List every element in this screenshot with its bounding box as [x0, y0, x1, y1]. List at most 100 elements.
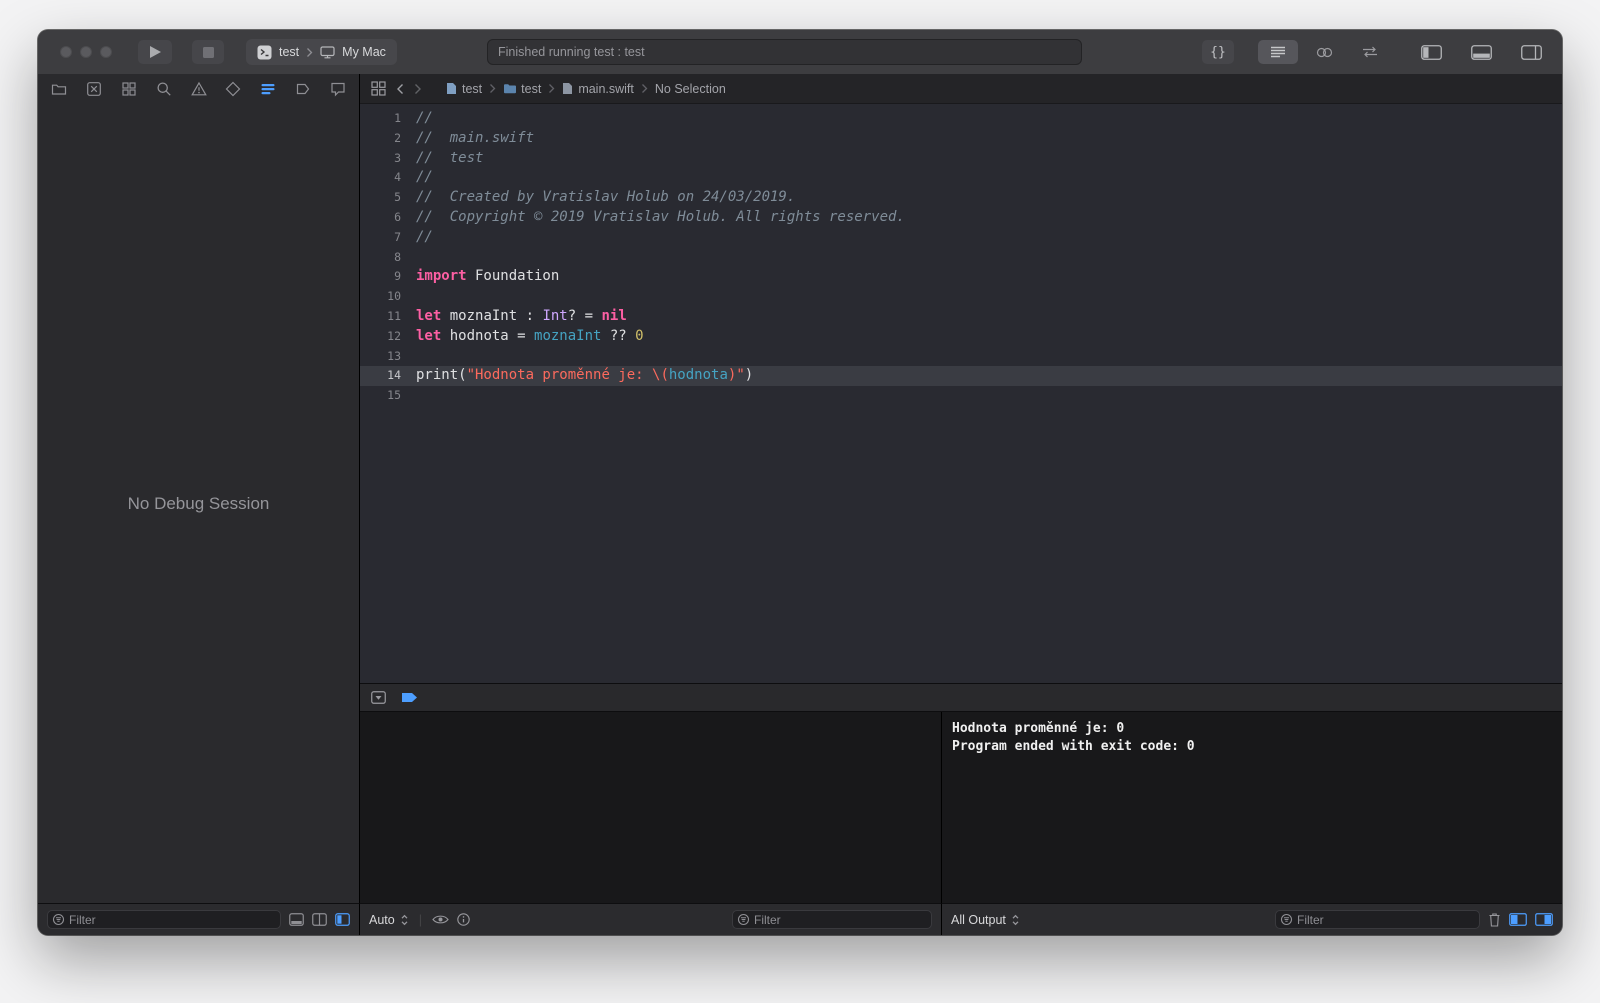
panel-toggles [1414, 40, 1548, 64]
breadcrumb: test test main.swift No Selection [446, 82, 726, 96]
window-controls [60, 46, 112, 58]
view-by-thread-button[interactable] [312, 913, 327, 926]
left-strip-icon [335, 913, 350, 926]
code-line[interactable]: 6// Copyright © 2019 Vratislav Holub. Al… [360, 208, 1562, 228]
test-navigator-button[interactable] [225, 81, 241, 97]
scheme-device-label: My Mac [342, 45, 386, 59]
line-number: 10 [360, 287, 413, 307]
version-editor-button[interactable] [1350, 40, 1390, 64]
chevron-separator-icon [548, 83, 555, 94]
debug-gauge-icon [260, 81, 276, 97]
console-line: Program ended with exit code: 0 [952, 738, 1552, 756]
debug-area-toggle-button[interactable] [1464, 40, 1498, 64]
issue-navigator-button[interactable] [191, 81, 207, 97]
code-line[interactable]: 10 [360, 287, 1562, 307]
collapse-chevron-icon [371, 691, 386, 704]
forward-button[interactable] [414, 83, 422, 95]
filter-running-button[interactable] [289, 913, 304, 926]
diamond-icon [225, 81, 241, 97]
chevron-right-icon [414, 83, 422, 95]
code-line[interactable]: 9import Foundation [360, 267, 1562, 287]
quicklook-button[interactable] [432, 914, 449, 925]
code-line[interactable]: 8 [360, 248, 1562, 268]
bottom-panel-icon [1471, 45, 1492, 60]
inspector-toggle-button[interactable] [1514, 40, 1548, 64]
console-filter-input[interactable] [1276, 911, 1479, 928]
assistant-editor-button[interactable] [1304, 40, 1344, 64]
line-number: 13 [360, 347, 413, 367]
breakpoint-navigator-button[interactable] [295, 81, 311, 97]
debug-area-toolbar [360, 683, 1562, 712]
debug-navigator-button[interactable] [260, 81, 276, 97]
speech-bubble-icon [330, 81, 346, 97]
navigator-filter-input[interactable] [48, 911, 280, 928]
print-description-button[interactable] [457, 913, 470, 926]
my-mac-icon [320, 46, 335, 59]
symbol-navigator-button[interactable] [121, 81, 137, 97]
find-navigator-button[interactable] [156, 81, 172, 97]
debug-navigator-panel: No Debug Session [38, 104, 360, 903]
updown-chevrons-icon [400, 913, 409, 927]
output-scope-menu[interactable]: All Output [951, 913, 1020, 927]
code-line[interactable]: 7// [360, 228, 1562, 248]
line-number: 9 [360, 267, 413, 287]
zoom-button[interactable] [100, 46, 112, 58]
report-navigator-button[interactable] [330, 81, 346, 97]
show-console-view-button[interactable] [1535, 913, 1553, 926]
line-number: 2 [360, 129, 413, 149]
source-control-navigator-button[interactable] [86, 81, 102, 97]
view-by-queue-button[interactable] [335, 913, 350, 926]
variables-scope-menu[interactable]: Auto [369, 913, 409, 927]
line-number: 11 [360, 307, 413, 327]
clear-console-button[interactable] [1488, 912, 1501, 927]
console[interactable]: Hodnota proměnné je: 0Program ended with… [942, 712, 1562, 903]
breadcrumb-selection[interactable]: No Selection [655, 82, 726, 96]
code-snippets-button[interactable]: {} [1202, 40, 1234, 64]
breadcrumb-file-label: main.swift [578, 82, 634, 96]
code-line[interactable]: 11let moznaInt : Int? = nil [360, 307, 1562, 327]
show-variables-view-button[interactable] [1509, 913, 1527, 926]
line-number: 7 [360, 228, 413, 248]
variables-view[interactable] [360, 712, 942, 903]
variables-filter-field [732, 910, 932, 929]
run-button[interactable] [138, 40, 172, 64]
code-line[interactable]: 4// [360, 168, 1562, 188]
grid-squares-icon [121, 81, 137, 97]
scheme-target-icon [257, 45, 272, 60]
variables-bottom-bar: Auto | [360, 903, 942, 935]
project-navigator-button[interactable] [51, 81, 67, 97]
code-line[interactable]: 12let hodnota = moznaInt ?? 0 [360, 327, 1562, 347]
scheme-selector[interactable]: test My Mac [246, 39, 397, 65]
source-editor[interactable]: 1//2// main.swift3// test4//5// Created … [360, 104, 1562, 683]
variables-filter-input[interactable] [733, 911, 931, 928]
hide-debug-area-button[interactable] [371, 691, 386, 704]
breakpoints-toggle-button[interactable] [401, 692, 418, 703]
code-line[interactable]: 2// main.swift [360, 129, 1562, 149]
close-button[interactable] [60, 46, 72, 58]
warning-triangle-icon [191, 81, 207, 97]
code-line[interactable]: 3// test [360, 149, 1562, 169]
standard-editor-button[interactable] [1258, 40, 1298, 64]
console-bottom-bar: All Output [942, 903, 1562, 935]
output-scope-label: All Output [951, 913, 1006, 927]
text-lines-icon [1270, 46, 1286, 58]
navigator-toggle-button[interactable] [1414, 40, 1448, 64]
line-number: 14 [360, 366, 413, 386]
code-line[interactable]: 15 [360, 386, 1562, 406]
stop-icon [203, 47, 214, 58]
filter-icon [52, 913, 65, 926]
breadcrumb-selection-label: No Selection [655, 82, 726, 96]
stop-button[interactable] [192, 40, 224, 64]
breadcrumb-group-label: test [521, 82, 541, 96]
breadcrumb-file[interactable]: main.swift [562, 82, 634, 96]
play-icon [149, 45, 162, 59]
code-line[interactable]: 13 [360, 347, 1562, 367]
related-items-button[interactable] [371, 81, 386, 96]
breadcrumb-project[interactable]: test [446, 82, 482, 96]
back-button[interactable] [396, 83, 404, 95]
breadcrumb-group[interactable]: test [503, 82, 541, 96]
code-line[interactable]: 5// Created by Vratislav Holub on 24/03/… [360, 188, 1562, 208]
code-line[interactable]: 1// [360, 109, 1562, 129]
minimize-button[interactable] [80, 46, 92, 58]
code-line[interactable]: 14print("Hodnota proměnné je: \(hodnota)… [360, 366, 1562, 386]
